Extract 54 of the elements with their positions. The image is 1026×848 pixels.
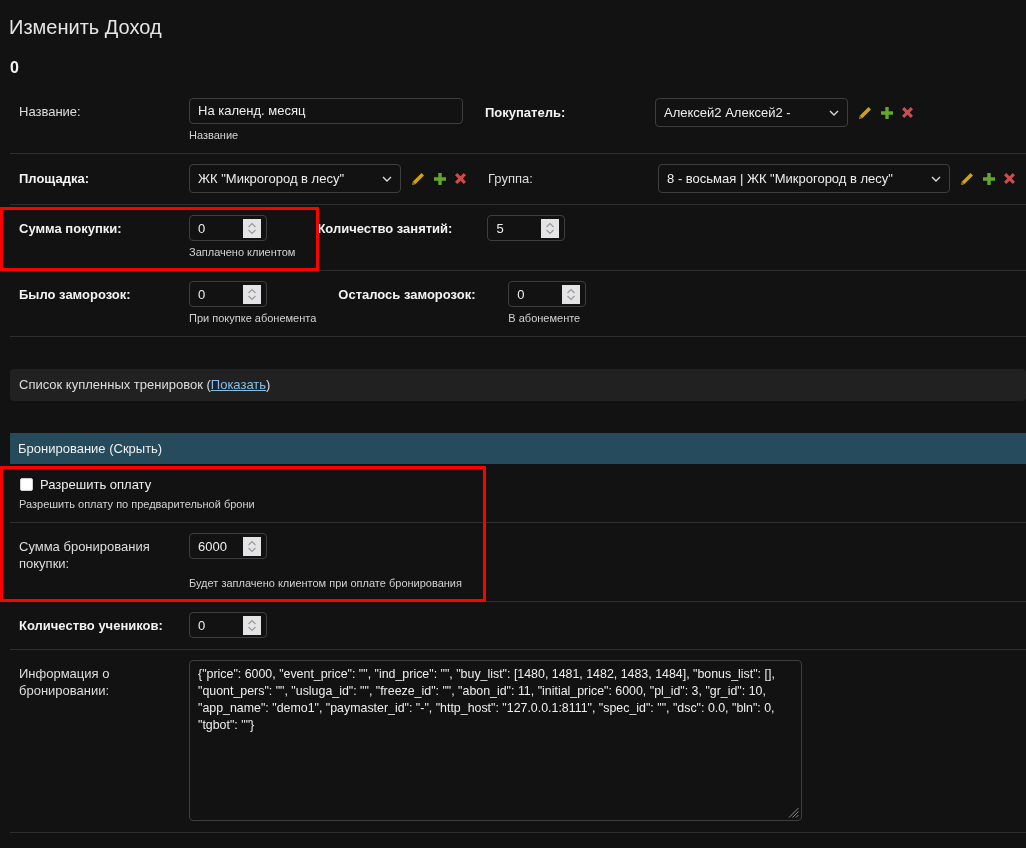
spinner-icon[interactable] bbox=[243, 218, 261, 238]
cross-icon[interactable] bbox=[455, 173, 467, 184]
object-title: 0 bbox=[10, 58, 19, 78]
number-field[interactable]: 5 bbox=[487, 215, 566, 241]
field-label: Информация о бронировании: bbox=[19, 665, 111, 699]
number-field[interactable]: 0 bbox=[189, 612, 267, 638]
pencil-icon[interactable] bbox=[858, 106, 872, 119]
help-text: Будет заплачено клиентом при оплате бронирования bbox=[189, 576, 462, 590]
select-field[interactable]: 8 - восьмая | ЖК "Микрогород в лесу" bbox=[658, 164, 950, 193]
help-text: Название bbox=[189, 128, 239, 142]
number-field[interactable]: 0 bbox=[508, 281, 587, 307]
text-field[interactable]: На календ. месяц bbox=[189, 98, 463, 124]
number-field[interactable]: 0 bbox=[189, 215, 267, 241]
plus-icon[interactable] bbox=[982, 172, 995, 185]
field-label: Группа: bbox=[488, 170, 533, 187]
field-label: Название: bbox=[19, 103, 81, 120]
field-label: Покупатель: bbox=[485, 104, 566, 121]
field-label: Количество учеников: bbox=[19, 617, 163, 634]
field-label: Осталось заморозок: bbox=[338, 286, 476, 303]
textarea-field[interactable]: {"price": 6000, "event_price": "", "ind_price": "", "buy_list": [1480, 1481, 1482, 1483, 1484], "bonus_list": [], "quont_pers": "", "usluga_id": "", "freeze_id": "", "abon_id": 11, "initial_price": 6000, "pl_id": 3, "gr_id": 10, "app_name": "demo1", "paymaster_id": "-", "http_host": "127.0.0.1:8111", "spec_id": "", "dsc": 0.0, "bln": 0, "tgbot": ""} bbox=[189, 660, 802, 821]
spinner-icon[interactable] bbox=[243, 615, 261, 635]
checkbox[interactable] bbox=[20, 477, 33, 491]
field-label: Площадка: bbox=[19, 170, 90, 187]
spinner-icon[interactable] bbox=[243, 536, 261, 556]
number-field[interactable]: 6000 bbox=[189, 533, 267, 559]
field-label: Количество занятий: bbox=[317, 220, 453, 237]
select-field[interactable]: ЖК "Микрогород в лесу" bbox=[189, 164, 402, 193]
help-text: В абонементе bbox=[508, 311, 581, 325]
pencil-icon[interactable] bbox=[412, 172, 426, 185]
toggle-link[interactable]: Показать bbox=[210, 377, 267, 392]
section-title: Список купленных тренировок (Показать) bbox=[19, 377, 271, 392]
resize-grip-icon[interactable] bbox=[788, 807, 799, 818]
caret-icon bbox=[930, 175, 941, 182]
field-label: Было заморозок: bbox=[19, 286, 131, 303]
plus-icon[interactable] bbox=[880, 106, 893, 119]
cross-icon[interactable] bbox=[1003, 173, 1015, 184]
help-text: При покупке абонемента bbox=[189, 311, 317, 325]
help-text: Разрешить оплату по предварительной брони bbox=[19, 497, 255, 511]
field-label: Сумма бронирования покупки: bbox=[19, 538, 151, 572]
pencil-icon[interactable] bbox=[960, 172, 974, 185]
spinner-icon[interactable] bbox=[541, 218, 560, 238]
checkbox-label[interactable]: Разрешить оплату bbox=[40, 476, 152, 492]
page-title: Изменить Доход bbox=[9, 15, 162, 40]
section-title: Бронирование (Скрыть) bbox=[18, 441, 163, 456]
help-text: Заплачено клиентом bbox=[189, 245, 296, 259]
number-field[interactable]: 0 bbox=[189, 281, 267, 307]
spinner-icon[interactable] bbox=[243, 284, 261, 304]
caret-icon bbox=[382, 175, 393, 182]
spinner-icon[interactable] bbox=[562, 284, 581, 304]
field-label: Сумма покупки: bbox=[19, 220, 122, 237]
plus-icon[interactable] bbox=[434, 172, 447, 185]
caret-icon bbox=[828, 109, 839, 116]
cross-icon[interactable] bbox=[901, 107, 913, 118]
select-field[interactable]: Алексей2 Алексей2 - bbox=[655, 98, 848, 127]
